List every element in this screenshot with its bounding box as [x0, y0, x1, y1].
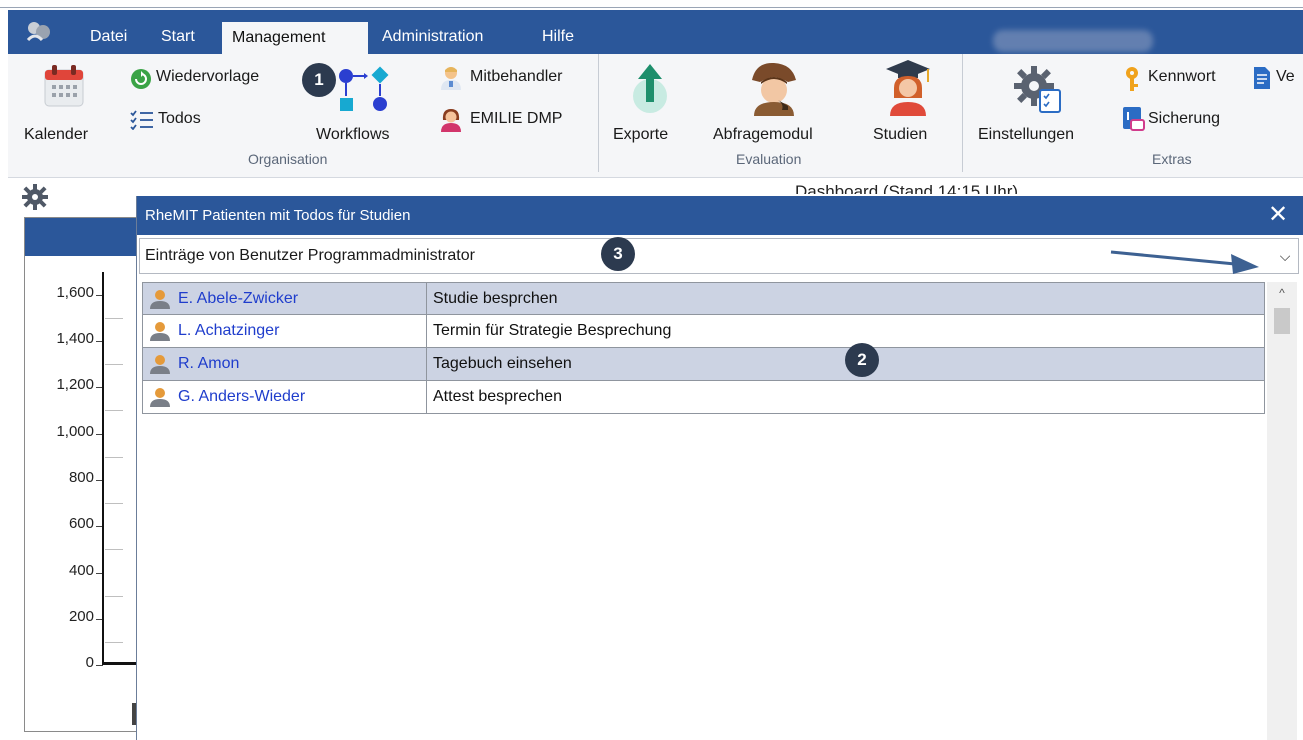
menu-start[interactable]: Start	[153, 20, 203, 54]
abfragemodul-button[interactable]: Abfragemodul	[713, 126, 813, 144]
menu-datei[interactable]: Datei	[82, 20, 135, 54]
wiedervorlage-button[interactable]: Wiedervorlage	[156, 68, 259, 86]
calendar-icon[interactable]	[43, 64, 85, 108]
chart-y-tick-label: 1,000	[56, 423, 94, 440]
graduate-icon[interactable]	[884, 58, 932, 116]
scroll-up-icon[interactable]: ^	[1267, 282, 1297, 306]
chart-y-tick-label: 600	[68, 515, 94, 532]
patient-name-link[interactable]: G. Anders-Wieder	[178, 381, 305, 413]
patient-cell[interactable]: R. Amon	[143, 348, 427, 380]
annotation-badge-2: 2	[845, 343, 879, 377]
user-filter-value: Einträge von Benutzer Programmadministra…	[145, 247, 475, 264]
patient-name-link[interactable]: E. Abele-Zwicker	[178, 283, 298, 315]
patient-name-link[interactable]: L. Achatzinger	[178, 315, 279, 347]
sicherung-button[interactable]: Sicherung	[1148, 110, 1220, 128]
menu-bar: Datei Start Management Administration Hi…	[8, 10, 1303, 54]
chart-minor-tick	[105, 503, 123, 504]
chart-y-tick-mark	[96, 665, 103, 666]
blurred-window-title	[993, 30, 1153, 52]
workflows-button[interactable]: Workflows	[316, 126, 390, 144]
todos-popup-window: RheMIT Patienten mit Todos für Studien ✕…	[136, 196, 1303, 740]
window-top-border	[0, 0, 1303, 8]
person-icon	[149, 320, 171, 342]
chart-y-tick-label: 1,600	[56, 284, 94, 301]
chart-minor-tick	[105, 318, 123, 319]
todo-task-cell[interactable]: Attest besprechen	[433, 381, 562, 413]
patient-name-link[interactable]: R. Amon	[178, 348, 239, 380]
checklist-icon	[130, 110, 153, 130]
group-label-organisation: Organisation	[248, 151, 328, 167]
chart-minor-tick	[105, 596, 123, 597]
scroll-thumb[interactable]	[1274, 308, 1290, 334]
person-icon	[149, 353, 171, 375]
patient-cell[interactable]: G. Anders-Wieder	[143, 381, 427, 413]
dashboard-title: Dashboard (Stand 14:15 Uhr)	[795, 182, 1019, 194]
table-row[interactable]: E. Abele-Zwicker Studie besprchen	[142, 282, 1265, 315]
close-icon[interactable]: ✕	[1261, 196, 1295, 235]
kalender-button[interactable]: Kalender	[24, 126, 88, 144]
key-icon	[1126, 67, 1138, 91]
chart-y-tick-label: 1,200	[56, 376, 94, 393]
ribbon-divider	[598, 54, 599, 172]
menu-management[interactable]: Management	[222, 22, 368, 54]
doctor-person-icon	[441, 67, 461, 90]
studien-button[interactable]: Studien	[873, 126, 927, 144]
patient-cell[interactable]: L. Achatzinger	[143, 315, 427, 347]
person-icon	[149, 386, 171, 408]
document-icon	[1254, 67, 1270, 89]
menu-hilfe[interactable]: Hilfe	[534, 20, 582, 54]
table-row[interactable]: R. Amon Tagebuch einsehen	[142, 348, 1265, 381]
chart-y-tick-label: 200	[68, 608, 94, 625]
chart-y-tick-label: 0	[85, 654, 94, 671]
person-icon	[149, 288, 171, 310]
annotation-badge-3: 3	[601, 237, 635, 271]
todos-button[interactable]: Todos	[158, 110, 201, 128]
group-label-extras: Extras	[1152, 151, 1192, 167]
workflow-icon[interactable]	[338, 66, 390, 114]
einstellungen-button[interactable]: Einstellungen	[978, 126, 1074, 144]
chart-y-tick-label: 1,400	[56, 330, 94, 347]
vertical-scrollbar[interactable]: ^	[1267, 282, 1297, 740]
todo-task-cell[interactable]: Tagebuch einsehen	[433, 348, 572, 380]
detective-icon[interactable]	[748, 60, 800, 116]
table-row[interactable]: G. Anders-Wieder Attest besprechen	[142, 381, 1265, 414]
chart-minor-tick	[105, 410, 123, 411]
popup-title-bar: RheMIT Patienten mit Todos für Studien ✕	[137, 196, 1303, 235]
popup-title: RheMIT Patienten mit Todos für Studien	[145, 207, 411, 224]
patient-cell[interactable]: E. Abele-Zwicker	[143, 283, 427, 315]
annotation-badge-1: 1	[302, 63, 336, 97]
app-logo-icon[interactable]	[22, 18, 56, 46]
export-arrow-icon[interactable]	[630, 62, 670, 114]
chart-y-axis	[102, 272, 104, 664]
table-row[interactable]: L. Achatzinger Termin für Strategie Bespr…	[142, 315, 1265, 348]
todo-task-cell[interactable]: Studie besprchen	[433, 283, 558, 315]
chart-y-tick-label: 400	[68, 562, 94, 579]
mitbehandler-button[interactable]: Mitbehandler	[470, 68, 563, 86]
chart-header-bar	[25, 218, 139, 256]
chevron-down-icon[interactable]: ⌵	[1272, 239, 1298, 273]
woman-person-icon	[441, 109, 461, 132]
kennwort-button[interactable]: Kennwort	[1148, 68, 1216, 86]
ve-button-truncated[interactable]: Ve	[1276, 68, 1295, 86]
chart-minor-tick	[105, 642, 123, 643]
ribbon-divider	[962, 54, 963, 172]
ribbon: Kalender Wiedervorlage Todos Workflows M…	[8, 54, 1303, 178]
settings-gear-icon[interactable]	[1012, 64, 1064, 116]
emilie-dmp-button[interactable]: EMILIE DMP	[470, 110, 562, 128]
group-label-evaluation: Evaluation	[736, 151, 802, 167]
chart-x-axis	[102, 662, 138, 665]
dashboard-settings-icon[interactable]	[22, 184, 48, 210]
todo-task-cell[interactable]: Termin für Strategie Besprechung	[433, 315, 671, 347]
exporte-button[interactable]: Exporte	[613, 126, 668, 144]
refresh-circle-icon	[131, 69, 151, 89]
annotation-arrow	[1110, 250, 1259, 274]
chart-minor-tick	[105, 457, 123, 458]
chart-y-tick-label: 800	[68, 469, 94, 486]
menu-administration[interactable]: Administration	[374, 20, 491, 54]
chart-minor-tick	[105, 549, 123, 550]
chart-minor-tick	[105, 364, 123, 365]
backup-icon	[1123, 107, 1145, 131]
